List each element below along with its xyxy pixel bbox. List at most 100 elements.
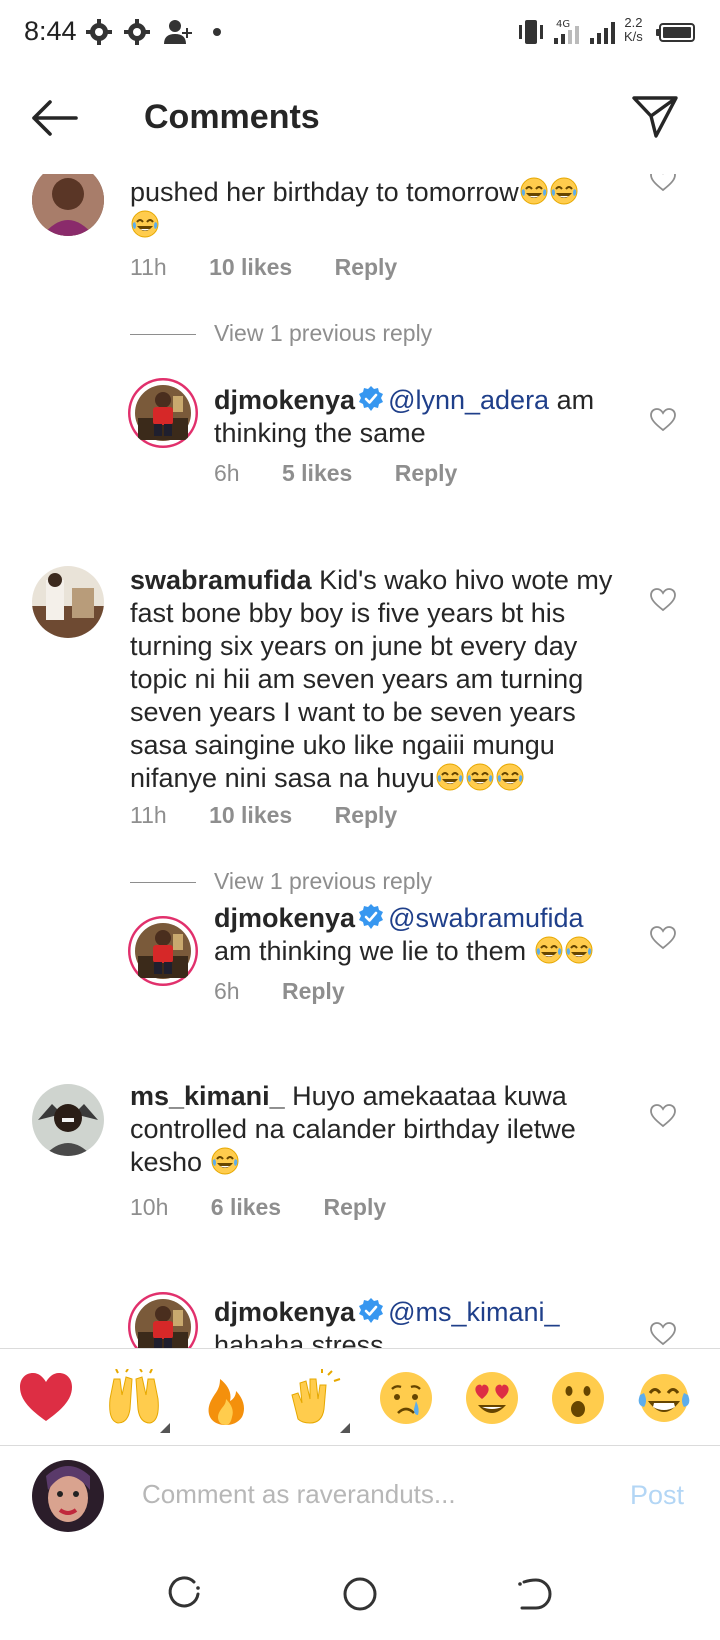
mention-link[interactable]: @lynn_adera — [388, 385, 549, 415]
comment-time: 10h — [130, 1194, 169, 1220]
view-replies-label[interactable]: View 1 previous reply — [214, 320, 432, 346]
reply-button[interactable]: Reply — [335, 802, 398, 828]
laugh-emoji-icon — [465, 762, 495, 792]
username[interactable]: djmokenya — [214, 1297, 355, 1327]
add-user-icon — [164, 20, 192, 44]
page-title: Comments — [144, 98, 320, 136]
comment-line: fast bone bby boy is five years bt his — [130, 598, 566, 628]
reply-button[interactable]: Reply — [324, 1194, 387, 1220]
username[interactable]: swabramufida — [130, 565, 312, 595]
clapping-hands-icon[interactable] — [284, 1369, 344, 1427]
laugh-emoji-icon — [495, 762, 525, 792]
battery-icon — [656, 23, 695, 42]
comment-line: kesho — [130, 1147, 203, 1177]
username[interactable]: ms_kimani_ — [130, 1081, 285, 1111]
skin-tone-indicator — [160, 1423, 170, 1433]
signal-icon — [590, 22, 615, 44]
gear-icon — [124, 19, 150, 45]
avatar[interactable] — [32, 174, 104, 236]
post-button[interactable]: Post — [630, 1480, 684, 1511]
avatar-image — [32, 1084, 104, 1156]
fire-icon[interactable] — [196, 1369, 256, 1427]
comment-line: nifanye nini sasa na huyu — [130, 763, 435, 793]
skin-tone-indicator — [340, 1423, 350, 1433]
raising-hands-icon[interactable] — [104, 1369, 164, 1427]
arrow-left-icon[interactable] — [28, 96, 80, 140]
laugh-emoji-icon — [549, 176, 579, 206]
mention-link[interactable]: @ms_kimani_ — [388, 1297, 559, 1327]
emoji-reaction-bar — [0, 1348, 720, 1446]
reply-button[interactable]: Reply — [335, 254, 398, 280]
comment-text: djmokenya @ms_kimani_ hahaha stress — [214, 1296, 634, 1348]
comment-time: 11h — [130, 802, 167, 828]
username[interactable]: djmokenya — [214, 903, 355, 933]
laugh-emoji-icon — [210, 1146, 240, 1176]
username[interactable]: djmokenya — [214, 385, 355, 415]
avatar[interactable] — [128, 916, 198, 986]
comment-meta: 11h 10 likes Reply — [130, 254, 433, 281]
comment-line: controlled na calander birthday iletwe — [130, 1114, 576, 1144]
system-nav-bar — [0, 1546, 720, 1640]
reply-button[interactable]: Reply — [282, 978, 345, 1004]
comments-list[interactable]: pushed her birthday to tomorrow 11h 10 l… — [0, 174, 720, 1348]
back-icon[interactable] — [508, 1568, 560, 1620]
svg-text:4G: 4G — [556, 19, 570, 30]
comment-meta: 10h 6 likes Reply — [130, 1194, 422, 1221]
comment-likes[interactable]: 6 likes — [211, 1194, 281, 1220]
home-icon[interactable] — [334, 1568, 386, 1620]
status-bar: 8:44 4G 2.2 K/s — [0, 0, 720, 66]
reply-button[interactable]: Reply — [395, 460, 458, 486]
like-heart-icon[interactable] — [650, 408, 676, 432]
laugh-emoji-icon — [564, 935, 594, 965]
like-heart-icon[interactable] — [650, 174, 676, 192]
net-speed-value: 2.2 — [624, 15, 643, 30]
comment-text: swabramufida Kid's wako hivo wote my fas… — [130, 564, 640, 795]
laugh-emoji-icon — [534, 935, 564, 965]
comment-time: 6h — [214, 460, 240, 486]
like-heart-icon[interactable] — [650, 926, 676, 950]
comment-text: ms_kimani_ Huyo amekaataa kuwa controlle… — [130, 1080, 640, 1179]
comment-line: turning six years on june bt every day — [130, 631, 578, 661]
view-previous-replies[interactable]: View 1 previous reply — [130, 868, 432, 895]
tears-of-joy-face-icon[interactable] — [634, 1369, 694, 1427]
divider-line — [130, 882, 196, 884]
vibrate-icon — [519, 20, 543, 44]
red-heart-icon[interactable] — [16, 1369, 76, 1427]
comment-likes[interactable]: 10 likes — [209, 802, 292, 828]
like-heart-icon[interactable] — [650, 1104, 676, 1128]
avatar[interactable] — [128, 1292, 198, 1348]
comment-line: seven years I want to be seven years — [130, 697, 576, 727]
view-replies-label[interactable]: View 1 previous reply — [214, 868, 432, 894]
net-speed-unit: K/s — [624, 29, 643, 44]
comment-meta: 11h 10 likes Reply — [130, 802, 433, 829]
recent-apps-icon[interactable] — [158, 1568, 210, 1620]
comment-likes[interactable]: 10 likes — [209, 254, 292, 280]
comment-time: 6h — [214, 978, 240, 1004]
comment-text: djmokenya @swabramufida am thinking we li… — [214, 902, 634, 968]
comment-line: pushed her birthday to tomorrow — [130, 177, 519, 207]
heart-eyes-face-icon[interactable] — [462, 1369, 522, 1427]
signal-4g-icon: 4G — [554, 19, 579, 44]
like-heart-icon[interactable] — [650, 588, 676, 612]
crying-face-icon[interactable] — [376, 1369, 436, 1427]
avatar[interactable] — [32, 1084, 104, 1156]
net-speed: 2.2 K/s — [624, 16, 643, 44]
comment-line: am thinking we lie to them — [214, 936, 527, 966]
like-heart-icon[interactable] — [650, 1322, 676, 1346]
comment-meta: 6h 5 likes Reply — [214, 460, 493, 487]
send-icon[interactable] — [630, 92, 680, 142]
laugh-emoji-icon — [130, 209, 160, 239]
comment-composer: Post — [0, 1446, 720, 1546]
surprised-face-icon[interactable] — [548, 1369, 608, 1427]
comment-likes[interactable]: 5 likes — [282, 460, 352, 486]
comment-input[interactable] — [142, 1466, 602, 1522]
view-previous-replies[interactable]: View 1 previous reply — [130, 320, 432, 347]
avatar-image — [32, 566, 104, 638]
avatar-image — [32, 174, 104, 236]
mention-link[interactable]: @swabramufida — [388, 903, 584, 933]
verified-badge-icon — [357, 903, 385, 931]
avatar[interactable] — [128, 378, 198, 448]
avatar[interactable] — [32, 566, 104, 638]
comment-line: Kid's wako hivo wote my — [319, 565, 613, 595]
divider-line — [130, 334, 196, 336]
